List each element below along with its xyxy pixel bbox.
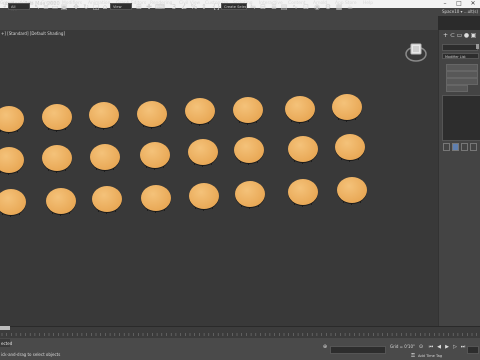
absolute-mode-icon[interactable]: ⊕	[322, 345, 328, 350]
stool-top[interactable]	[42, 104, 72, 130]
curve-editor-icon[interactable]: ∿	[291, 3, 299, 11]
modifier-list-dropdown[interactable]: Modifier List	[442, 53, 479, 59]
stool-top[interactable]	[140, 142, 170, 168]
motion-tab-icon[interactable]: ●	[463, 32, 470, 39]
remove-modifier-icon[interactable]	[470, 143, 477, 151]
stool-top[interactable]	[234, 137, 264, 163]
object-color-swatch[interactable]	[476, 44, 479, 49]
main-toolbar	[0, 16, 438, 31]
material-editor-icon[interactable]: ◉	[313, 3, 321, 11]
create-tab-icon[interactable]: +	[442, 32, 449, 39]
selection-status-text: ected	[1, 341, 13, 346]
object-name-field[interactable]	[442, 44, 478, 51]
reference-coordinate-dropdown[interactable]: View	[110, 3, 132, 10]
select-manipulate-icon[interactable]: ✚	[145, 3, 153, 11]
time-slider-handle[interactable]	[0, 326, 10, 330]
scene-explorer-icon[interactable]: ▤	[280, 3, 288, 11]
current-frame-field[interactable]	[467, 346, 479, 354]
modifier-set-button-1[interactable]	[446, 64, 478, 71]
modifier-set-button-2[interactable]	[446, 71, 478, 78]
selection-filter-dropdown[interactable]: All	[8, 3, 30, 10]
play-icon[interactable]: ▶	[444, 345, 450, 350]
viewport-label[interactable]: +] [Standard] [Default Shading]	[1, 31, 65, 36]
stool-top[interactable]	[335, 134, 365, 160]
viewcube-icon[interactable]	[404, 40, 428, 64]
stool-top[interactable]	[185, 98, 215, 124]
keyboard-shortcut-icon[interactable]: ⌨	[155, 3, 165, 11]
stool-top[interactable]	[189, 183, 219, 209]
stool-top[interactable]	[46, 188, 76, 214]
stool-top[interactable]	[89, 102, 119, 128]
go-to-end-icon[interactable]: ⏭	[460, 345, 466, 350]
modify-tab-icon[interactable]: ▭	[456, 32, 463, 39]
modifier-set-button-4[interactable]	[446, 85, 468, 92]
select-scale-icon[interactable]: ◲	[92, 3, 100, 11]
render-production-icon[interactable]: ☕	[346, 3, 354, 11]
angle-snap-icon[interactable]: ∠	[180, 3, 188, 11]
timeline-ticks	[1, 333, 478, 336]
add-time-tag[interactable]: Add Time Tag	[418, 354, 442, 358]
minimize-button[interactable]: –	[438, 0, 452, 8]
select-object-icon[interactable]: ↖	[33, 3, 41, 11]
rendered-frame-icon[interactable]: ▦	[335, 3, 343, 11]
stool-top[interactable]	[233, 97, 263, 123]
snaps-toggle-icon[interactable]: 3	[170, 3, 178, 11]
prompt-line: ick-and-drag to select objects	[1, 352, 61, 357]
account-selector[interactable]: Space10 ▾ ...ult(s)	[442, 9, 478, 14]
stool-top[interactable]	[42, 145, 72, 171]
menu-help[interactable]: Help	[363, 1, 373, 6]
modifier-stack[interactable]	[442, 95, 480, 141]
close-button[interactable]: ✕	[466, 0, 480, 8]
perspective-viewport[interactable]	[0, 30, 438, 326]
stool-top[interactable]	[337, 177, 367, 203]
hierarchy-tab-icon[interactable]: ⊂	[449, 32, 456, 39]
stool-top[interactable]	[285, 96, 315, 122]
grid-spacing: Grid = 0'10"	[390, 344, 415, 349]
stool-top[interactable]	[90, 144, 120, 170]
next-frame-icon[interactable]: ▷	[452, 345, 458, 350]
stool-top[interactable]	[141, 185, 171, 211]
stool-top[interactable]	[188, 139, 218, 165]
place-icon[interactable]: ⌂	[101, 3, 109, 11]
key-filter-icon[interactable]: ⚿	[410, 354, 416, 359]
previous-frame-icon[interactable]: ◀	[436, 345, 442, 350]
rectangle-region-icon[interactable]: ▭	[51, 3, 59, 11]
show-end-result-icon[interactable]	[452, 143, 459, 151]
edit-named-selection-icon[interactable]: {}	[212, 3, 221, 11]
stool-top[interactable]	[288, 136, 318, 162]
redo-icon[interactable]	[0, 3, 8, 11]
auto-key-icon[interactable]: ⊙	[418, 345, 424, 350]
stool-top[interactable]	[235, 181, 265, 207]
stool-top[interactable]	[92, 186, 122, 212]
stool-top[interactable]	[332, 94, 362, 120]
maximize-button[interactable]: □	[452, 0, 466, 8]
status-bar	[0, 338, 480, 360]
pin-stack-icon[interactable]	[443, 143, 450, 151]
selection-set-dropdown[interactable]: Create Selection Set	[221, 3, 247, 10]
display-tab-icon[interactable]: ▣	[470, 32, 477, 39]
stool-top[interactable]	[137, 101, 167, 127]
render-setup-icon[interactable]: ⚙	[324, 3, 332, 11]
make-unique-icon[interactable]	[461, 143, 468, 151]
percent-snap-icon[interactable]: %	[190, 3, 198, 11]
align-icon[interactable]: ⊟	[259, 3, 267, 11]
schematic-view-icon[interactable]: ⊡	[302, 3, 310, 11]
stool-top[interactable]	[288, 179, 318, 205]
modifier-set-button-3[interactable]	[446, 78, 478, 85]
select-move-icon[interactable]: ✥	[72, 3, 80, 11]
mirror-icon[interactable]: ⇋	[249, 3, 257, 11]
select-rotate-icon[interactable]: ↻	[82, 3, 90, 11]
spinner-snap-icon[interactable]: ⇕	[200, 3, 208, 11]
pivot-center-icon[interactable]: ⊞	[135, 3, 143, 11]
window-crossing-icon[interactable]: ▣	[60, 3, 68, 11]
layer-explorer-icon[interactable]: ≣	[270, 3, 278, 11]
go-to-start-icon[interactable]: ⏮	[428, 345, 434, 350]
select-by-name-icon[interactable]: ≡	[42, 3, 50, 11]
coordinate-display[interactable]	[330, 346, 386, 354]
